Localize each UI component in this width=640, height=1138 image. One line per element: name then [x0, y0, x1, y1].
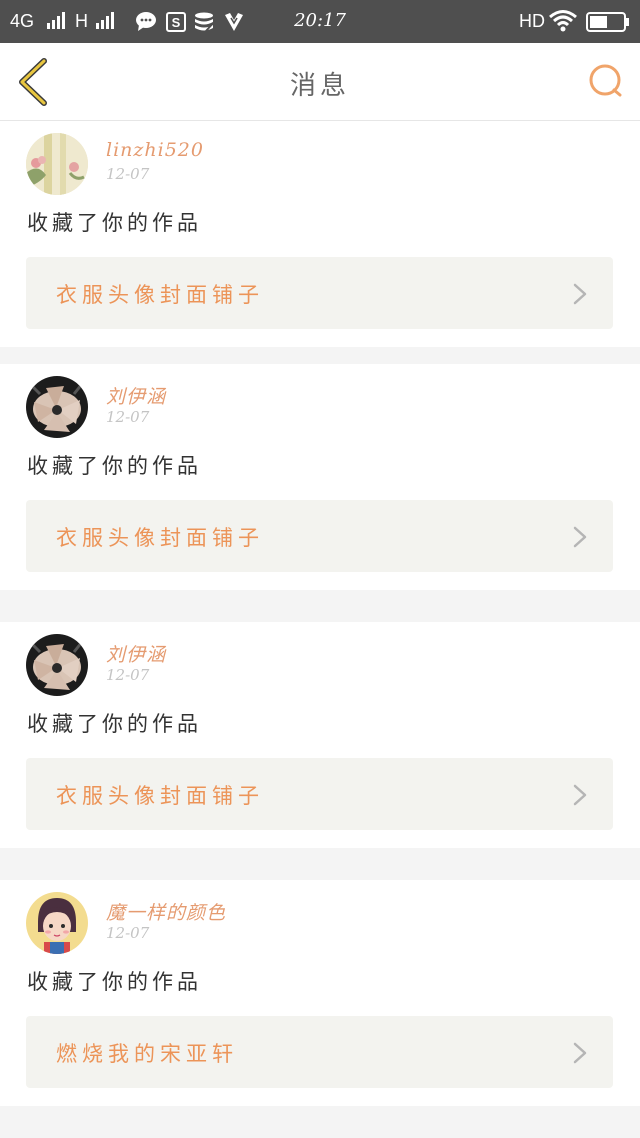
chevron-right-icon: [573, 283, 587, 305]
list-item: 刘伊涵 12-07 收藏了你的作品 衣服头像封面铺子: [0, 622, 640, 848]
username[interactable]: 魔一样的颜色: [106, 898, 226, 925]
search-button[interactable]: [586, 61, 626, 101]
user-avatar[interactable]: [26, 376, 88, 438]
action-text: 收藏了你的作品: [27, 970, 202, 994]
username[interactable]: 刘伊涵: [106, 382, 166, 409]
message-time: 12-07: [106, 666, 150, 684]
work-title: 衣服头像封面铺子: [56, 526, 264, 550]
hands-avatar-icon: [26, 376, 88, 438]
message-time: 12-07: [106, 408, 150, 426]
chevron-right-icon: [573, 784, 587, 806]
work-title: 衣服头像封面铺子: [56, 283, 264, 307]
username[interactable]: 刘伊涵: [106, 640, 166, 667]
message-time: 12-07: [106, 924, 150, 942]
page-title: 消息: [289, 71, 350, 101]
chevron-right-icon: [573, 526, 587, 548]
work-link[interactable]: 衣服头像封面铺子: [26, 758, 613, 830]
work-link[interactable]: 衣服头像封面铺子: [26, 257, 613, 329]
user-avatar[interactable]: [26, 634, 88, 696]
chevron-right-icon: [573, 1042, 587, 1064]
hd-label: HD: [519, 11, 545, 31]
action-text: 收藏了你的作品: [27, 454, 202, 478]
action-text: 收藏了你的作品: [27, 211, 202, 235]
username[interactable]: linzhi520: [106, 139, 204, 161]
user-avatar[interactable]: [26, 892, 88, 954]
battery-icon: [586, 12, 630, 36]
message-time: 12-07: [106, 165, 150, 183]
user-avatar[interactable]: [26, 133, 88, 195]
work-title: 燃烧我的宋亚轩: [56, 1042, 238, 1066]
flowers-avatar-icon: [26, 133, 88, 195]
action-text: 收藏了你的作品: [27, 712, 202, 736]
list-item: 魔一样的颜色 12-07 收藏了你的作品 燃烧我的宋亚轩: [0, 880, 640, 1106]
cartoon-girl-avatar-icon: [26, 892, 88, 954]
status-bar: 4G H S 20:17 HD: [0, 0, 640, 43]
app-header: 消息: [0, 43, 640, 121]
list-item: linzhi520 12-07 收藏了你的作品 衣服头像封面铺子: [0, 121, 640, 347]
work-link[interactable]: 燃烧我的宋亚轩: [26, 1016, 613, 1088]
list-item: 刘伊涵 12-07 收藏了你的作品 衣服头像封面铺子: [0, 364, 640, 590]
work-link[interactable]: 衣服头像封面铺子: [26, 500, 613, 572]
search-icon: [589, 64, 622, 97]
wifi-icon: [548, 9, 578, 37]
hands-avatar-icon: [26, 634, 88, 696]
work-title: 衣服头像封面铺子: [56, 784, 264, 808]
